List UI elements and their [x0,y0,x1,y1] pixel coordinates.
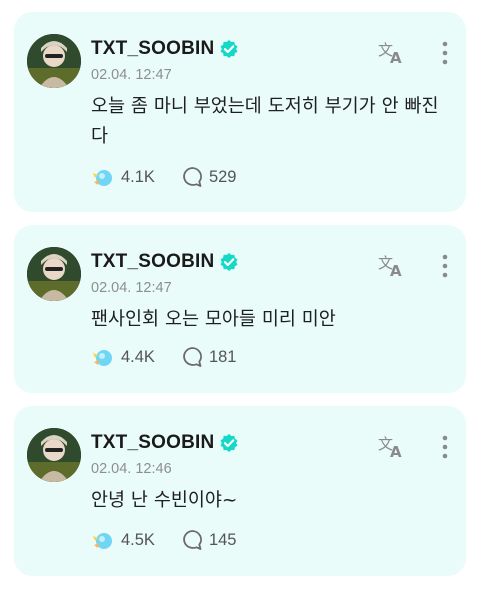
post-text: 팬사인회 오는 모아들 미리 미안 [91,309,336,330]
svg-text:A: A [390,262,402,279]
comment-icon [183,347,202,367]
verified-badge-icon [220,434,238,452]
like-icon [93,170,112,186]
avatar[interactable] [27,428,81,482]
author-name: TXT_SOOBIN [91,38,239,60]
post-card[interactable]: TXT_SOOBIN 02.04. 12:47 文 A 오늘 좀 마니 부었는데… [14,12,466,212]
like-button[interactable]: 4.5K [91,528,155,552]
like-count: 4.5K [121,530,155,549]
like-button[interactable]: 4.4K [91,345,155,369]
like-button[interactable]: 4.1K [91,165,155,189]
svg-text:A: A [390,443,402,460]
comment-button[interactable]: 145 [181,529,237,551]
author-name: TXT_SOOBIN [91,432,239,454]
post-date: 02.04. 12:47 [91,67,172,83]
translate-icon[interactable]: 文 A [377,432,405,460]
translate-icon[interactable]: 文 A [377,251,405,279]
like-icon [93,533,112,549]
author-name-text: TXT_SOOBIN [91,432,215,453]
like-icon [93,350,112,366]
post-date: 02.04. 12:47 [91,280,172,296]
post-card[interactable]: TXT_SOOBIN 02.04. 12:47 文 A 팬사인회 오는 모아들 … [14,225,466,393]
more-options-icon[interactable] [440,434,450,460]
avatar[interactable] [27,34,81,88]
comment-button[interactable]: 529 [181,166,237,188]
post-stats: 4.1K 529 [91,165,262,189]
post-date: 02.04. 12:46 [91,461,172,477]
post-stats: 4.5K 145 [91,528,262,552]
author-name: TXT_SOOBIN [91,251,239,273]
post-card[interactable]: TXT_SOOBIN 02.04. 12:46 文 A 안녕 난 수빈이야~ 4… [14,406,466,576]
post-text: 오늘 좀 마니 부었는데 도저히 부기가 안 빠진다 [91,96,439,147]
comment-count: 145 [208,530,237,549]
like-count: 4.4K [121,347,155,366]
more-options-icon[interactable] [440,253,450,279]
comment-count: 181 [208,347,237,366]
avatar[interactable] [27,247,81,301]
verified-badge-icon [220,253,238,271]
post-stats: 4.4K 181 [91,345,262,369]
author-name-text: TXT_SOOBIN [91,251,215,272]
comment-icon [183,530,202,550]
translate-icon[interactable]: 文 A [377,38,405,66]
verified-badge-icon [220,40,238,58]
comment-count: 529 [208,167,237,186]
more-options-icon[interactable] [440,40,450,66]
post-text: 안녕 난 수빈이야~ [91,490,238,511]
comment-icon [183,167,202,187]
comment-button[interactable]: 181 [181,346,237,368]
like-count: 4.1K [121,167,155,186]
svg-text:A: A [390,49,402,66]
author-name-text: TXT_SOOBIN [91,38,215,59]
